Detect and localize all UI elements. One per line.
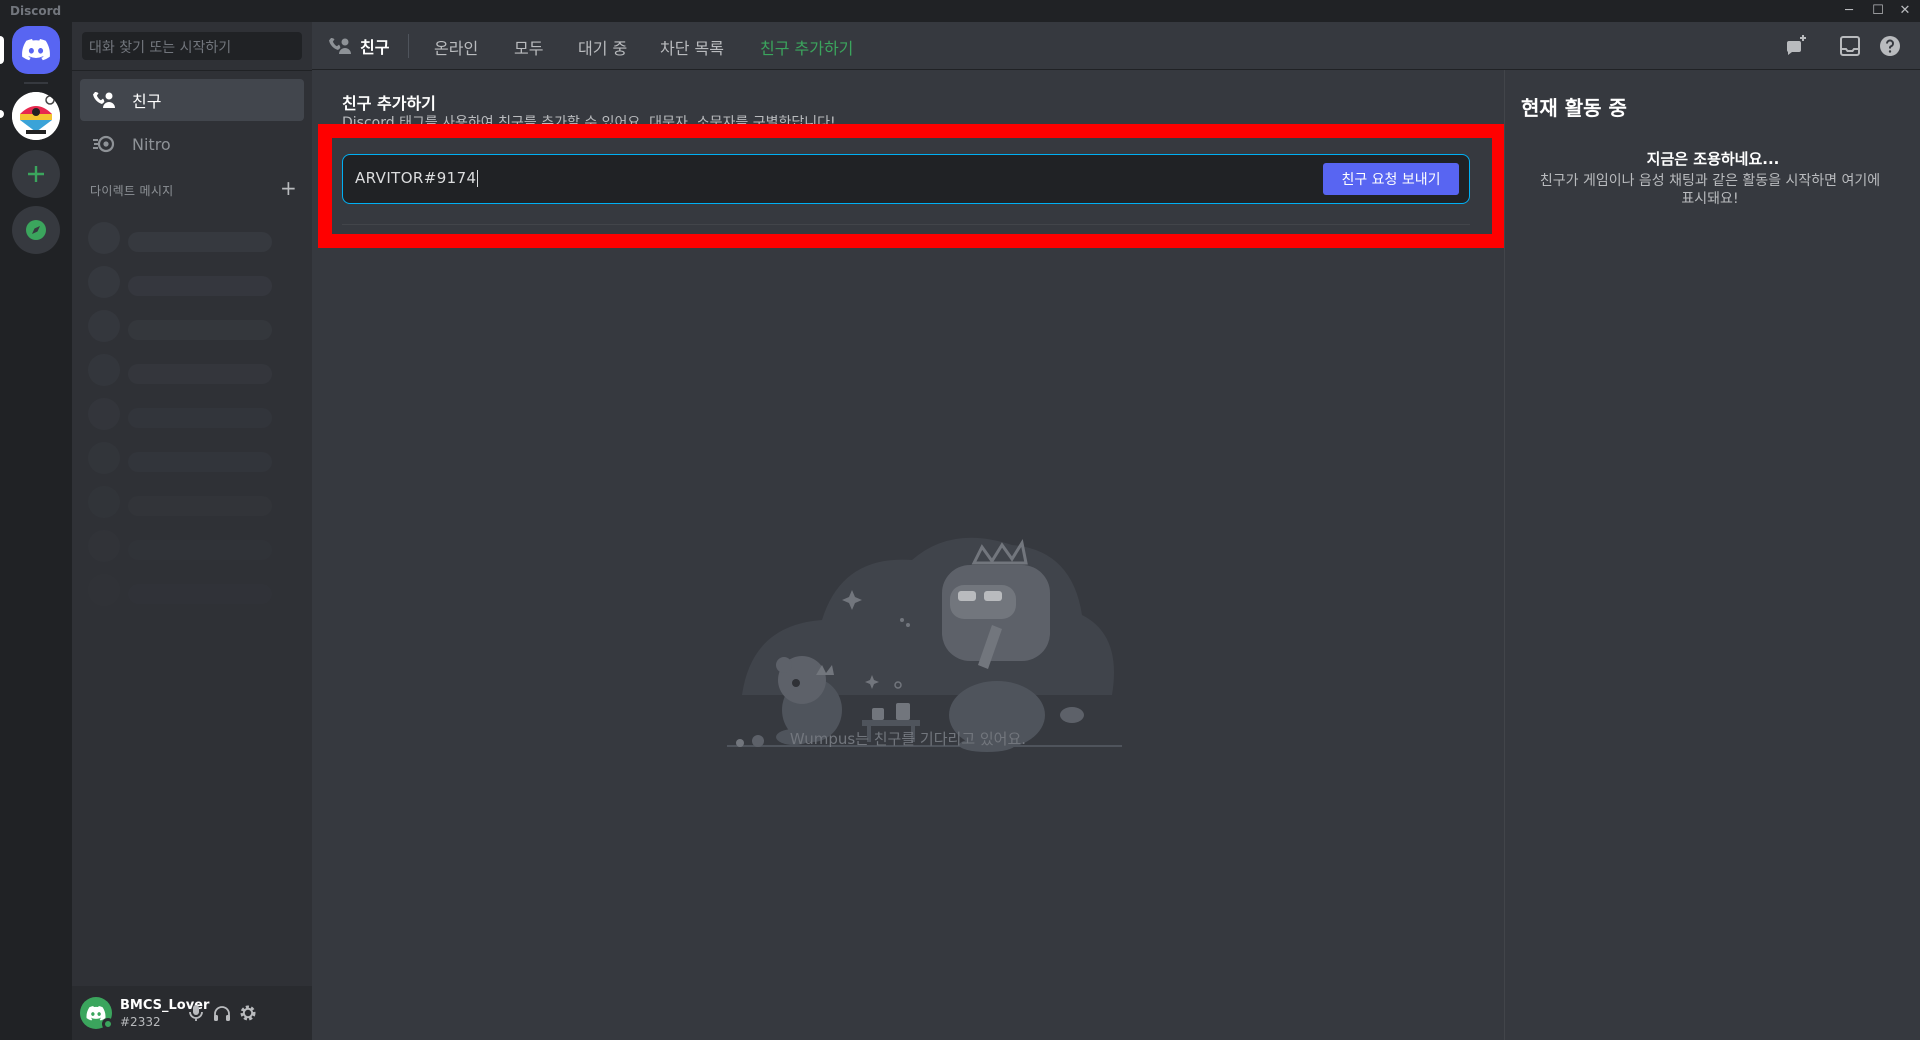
sidebar-item-nitro[interactable]: Nitro <box>80 123 304 165</box>
tab-add-friend[interactable]: 친구 추가하기 <box>760 33 853 61</box>
minimize-button[interactable]: ─ <box>1836 0 1862 22</box>
add-server-button[interactable] <box>12 150 60 198</box>
add-friend-input-value: ARVITOR#9174 <box>355 169 477 187</box>
wumpus-waiting-image <box>727 537 1122 752</box>
sidebar-item-friends[interactable]: 친구 <box>80 79 304 121</box>
tab-all[interactable]: 모두 <box>514 33 543 61</box>
tab-pending[interactable]: 대기 중 <box>578 33 627 61</box>
headphones-icon[interactable] <box>210 1001 234 1025</box>
friends-header: 친구 온라인 모두 대기 중 차단 목록 친구 추가하기 <box>312 22 1920 70</box>
online-status-badge <box>102 1018 114 1030</box>
help-icon[interactable] <box>1878 34 1902 58</box>
add-friend-description: Discord 태그를 사용하여 친구를 추가할 수 있어요. 대문자, 소문자… <box>342 115 836 125</box>
compass-icon <box>26 220 46 240</box>
text-caret <box>477 170 479 187</box>
discord-avatar-icon <box>86 1005 106 1020</box>
tab-online[interactable]: 온라인 <box>434 33 478 61</box>
maximize-button[interactable]: ☐ <box>1865 0 1891 22</box>
quiet-title: 지금은 조용하네요... <box>1646 150 1780 168</box>
wumpus-illustration <box>712 515 1132 760</box>
dm-placeholder <box>88 574 288 606</box>
title-bar: Discord ─ ☐ ✕ <box>0 0 1920 22</box>
quiet-description: 친구가 게임이나 음성 채팅과 같은 활동을 시작하면 여기에 표시돼요! <box>1539 173 1881 207</box>
add-friend-title: 친구 추가하기 <box>342 94 436 113</box>
nitro-icon <box>92 132 116 156</box>
unread-pill <box>0 110 4 118</box>
app-title: Discord <box>10 4 62 18</box>
user-panel: BMCS_Lover #2332 <box>72 986 312 1040</box>
create-dm-button[interactable]: + <box>280 176 297 200</box>
dm-placeholder <box>88 442 288 474</box>
conversation-search-input[interactable]: 대화 찾기 또는 시작하기 <box>82 32 302 60</box>
discord-logo-icon <box>22 39 50 61</box>
server-icon-club[interactable] <box>12 92 60 140</box>
dm-section-header: 다이렉트 메시지 <box>90 184 174 198</box>
header-divider <box>408 34 409 58</box>
server-rail <box>0 22 72 1040</box>
active-now-title: 현재 활동 중 <box>1521 96 1627 120</box>
user-tag: #2332 <box>120 1015 161 1029</box>
dm-placeholder <box>88 530 288 562</box>
sidebar-divider <box>72 70 312 71</box>
friends-icon <box>328 34 352 58</box>
dm-placeholder <box>88 310 288 342</box>
dm-sidebar: 대화 찾기 또는 시작하기 친구 Nitro 다이렉트 메시지 + <box>72 22 312 1040</box>
empty-state-text: Wumpus는 친구를 기다리고 있어요. <box>789 730 1027 748</box>
active-now-panel: 현재 활동 중 지금은 조용하네요... 친구가 게임이나 음성 채팅과 같은 … <box>1504 70 1920 1040</box>
friends-icon <box>92 88 116 112</box>
selected-pill <box>0 36 4 64</box>
close-button[interactable]: ✕ <box>1892 0 1918 22</box>
dm-placeholder <box>88 266 288 298</box>
microphone-icon[interactable] <box>184 1001 208 1025</box>
dm-placeholder <box>88 398 288 430</box>
dm-placeholder <box>88 486 288 518</box>
send-friend-request-button[interactable]: 친구 요청 보내기 <box>1323 163 1459 195</box>
content-divider <box>342 224 1470 225</box>
explore-servers-button[interactable] <box>12 206 60 254</box>
add-friend-form: ARVITOR#9174 친구 요청 보내기 <box>342 154 1470 204</box>
tab-blocked[interactable]: 차단 목록 <box>660 33 724 61</box>
sidebar-item-label: 친구 <box>132 92 162 111</box>
plus-icon <box>28 166 44 182</box>
inbox-icon[interactable] <box>1838 34 1862 58</box>
rail-separator <box>24 82 48 84</box>
club-logo-icon <box>12 92 60 140</box>
new-group-dm-icon[interactable] <box>1784 34 1808 58</box>
home-button[interactable] <box>12 26 60 74</box>
gear-icon[interactable] <box>236 1001 260 1025</box>
dm-placeholder <box>88 222 288 254</box>
dm-placeholder <box>88 354 288 386</box>
sidebar-item-label: Nitro <box>132 134 171 154</box>
page-title: 친구 <box>360 38 390 57</box>
add-friend-input[interactable]: ARVITOR#9174 <box>355 169 479 187</box>
main-content: 친구 추가하기 Discord 태그를 사용하여 친구를 추가할 수 있어요. … <box>312 70 1504 1040</box>
